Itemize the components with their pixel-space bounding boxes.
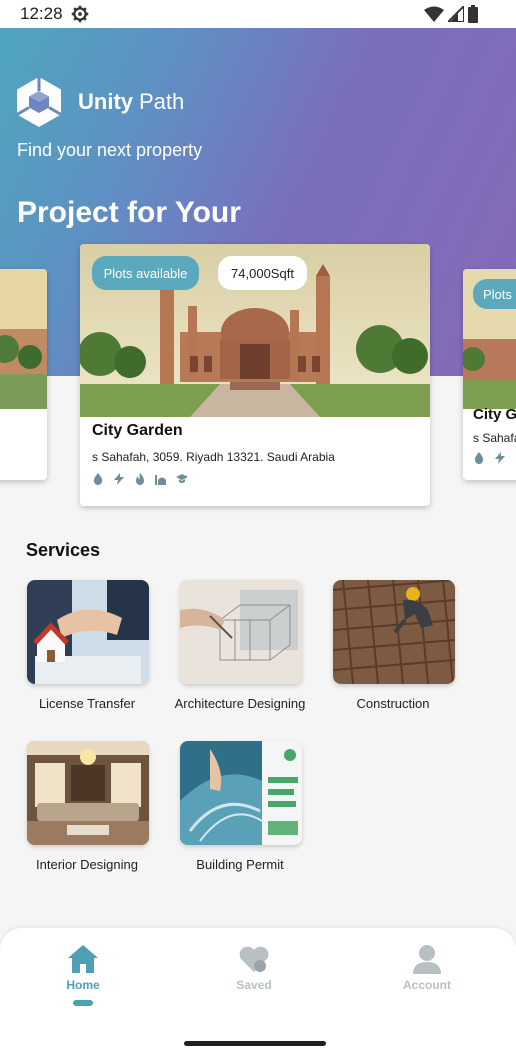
unity-logo-icon [16, 77, 62, 127]
nav-account-label: Account [403, 978, 451, 992]
project-image [0, 269, 47, 409]
settings-icon [71, 5, 88, 23]
gas-icon [136, 473, 144, 485]
electricity-icon [114, 473, 124, 485]
wifi-icon [424, 6, 444, 22]
saved-heart-icon [239, 946, 269, 972]
project-address: s Sahafa [473, 431, 516, 445]
battery-icon [468, 5, 478, 23]
water-icon [93, 473, 103, 485]
service-image [27, 580, 149, 684]
project-card-previous[interactable] [0, 269, 47, 480]
brand: Unity Path [16, 76, 184, 128]
project-card-next[interactable]: Plots a City G s Sahafa [463, 269, 516, 480]
service-label: Building Permit [196, 857, 284, 872]
area-badge: 74,000Sqft [218, 256, 307, 290]
service-label: Construction [356, 696, 430, 711]
services-heading: Services [26, 540, 101, 560]
nav-home[interactable]: Home [33, 944, 133, 1006]
water-icon [474, 452, 484, 464]
nav-active-indicator [73, 1000, 93, 1006]
amenities-row [473, 452, 516, 464]
service-image [27, 741, 149, 845]
nav-saved[interactable]: Saved [204, 944, 304, 992]
brand-name-light: Path [139, 89, 185, 114]
electricity-icon [495, 452, 505, 464]
service-label: License Transfer [38, 696, 136, 711]
bottom-navigation: Home Saved Account [0, 928, 516, 1057]
project-name: City Garden [92, 422, 183, 439]
nav-home-label: Home [66, 978, 100, 992]
service-image [333, 580, 455, 684]
service-label: Interior Designing [36, 857, 138, 872]
gesture-bar[interactable] [184, 1041, 326, 1046]
project-name: City G [473, 406, 516, 423]
brand-name-bold: Unity [78, 89, 133, 114]
nav-saved-label: Saved [236, 978, 272, 992]
service-image [180, 741, 302, 845]
projects-heading: Project for Your [17, 196, 241, 229]
home-icon [68, 945, 98, 973]
mosque-icon [155, 475, 166, 485]
project-card[interactable]: Plots available 74,000Sqft City Garden s… [80, 244, 430, 506]
nav-account[interactable]: Account [377, 944, 477, 992]
project-address: s Sahafah, 3059. Riyadh 13321. Saudi Ara… [92, 450, 335, 464]
status-time: 12:28 [20, 4, 63, 23]
service-image [180, 580, 302, 684]
brand-name: Unity Path [78, 89, 184, 115]
school-icon [176, 474, 188, 483]
tagline: Find your next property [17, 140, 203, 160]
availability-badge: Plots a [473, 279, 516, 309]
account-icon [413, 945, 441, 974]
status-bar: 12:28 [0, 0, 516, 28]
service-label: Architecture Designing [174, 696, 306, 711]
availability-badge: Plots available [92, 256, 199, 290]
signal-icon [448, 6, 464, 22]
amenities-row [92, 473, 188, 485]
